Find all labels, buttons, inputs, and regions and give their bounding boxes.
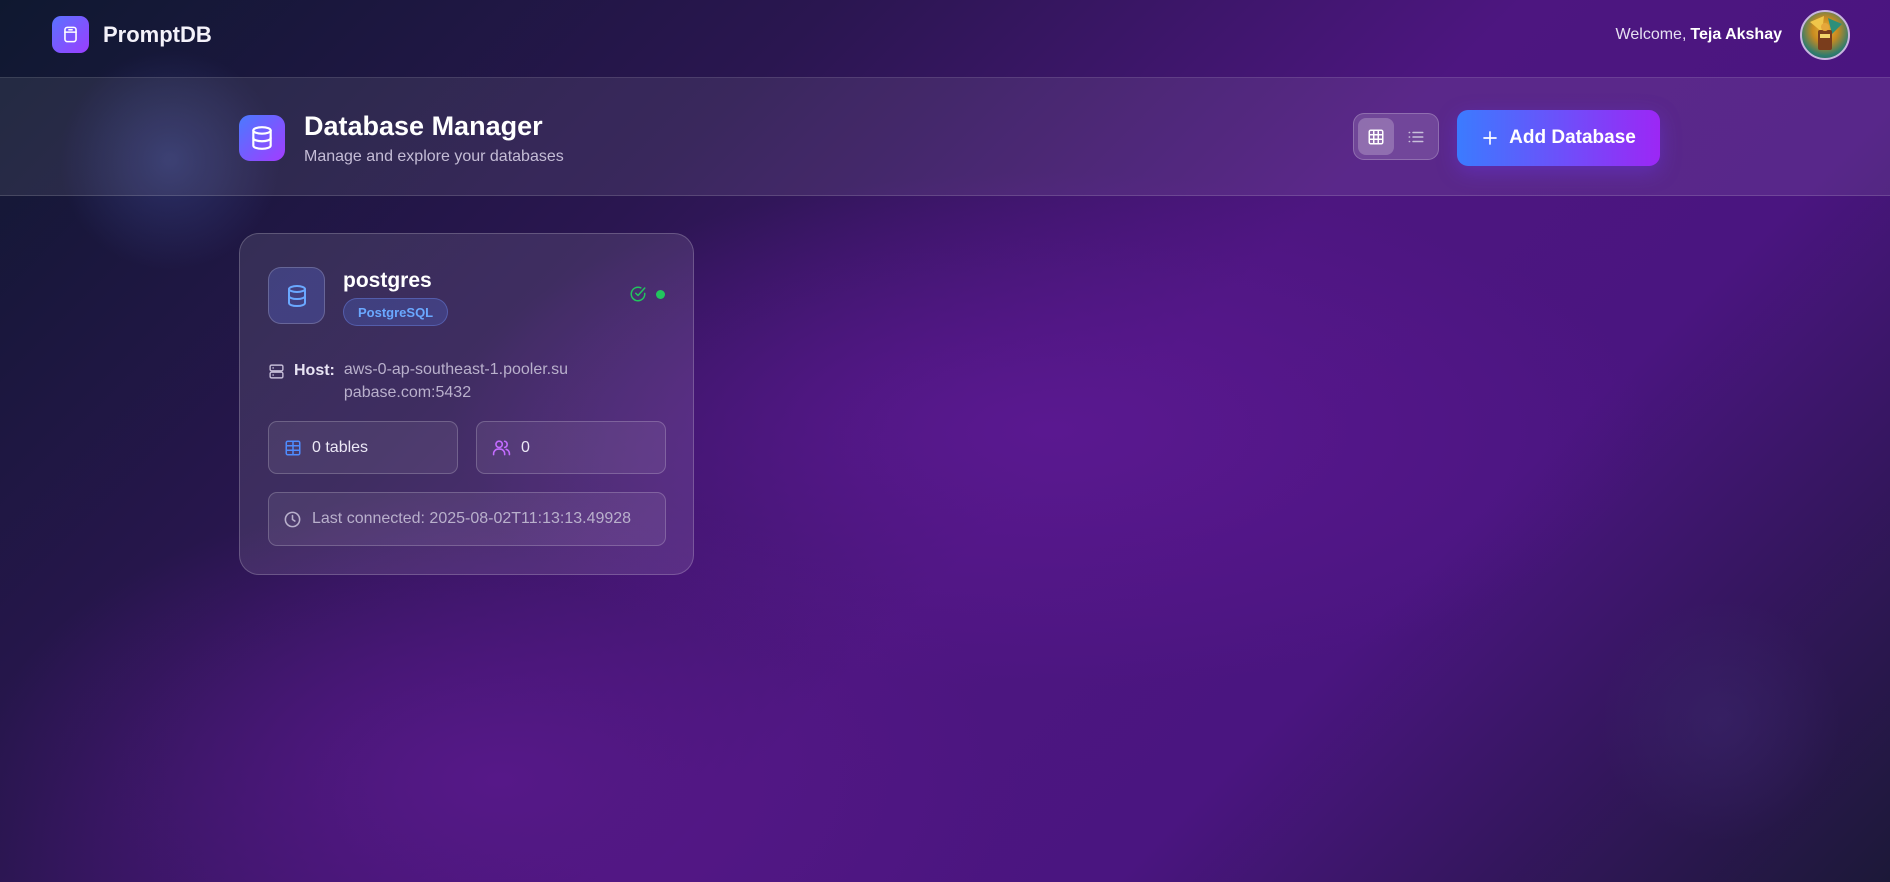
add-database-button[interactable]: Add Database [1457, 110, 1660, 166]
list-icon [1408, 131, 1424, 142]
welcome-text: Welcome, Teja Akshay [1616, 26, 1782, 44]
database-card[interactable]: postgres PostgreSQL Host: aws-0-ap-south… [239, 233, 694, 575]
tables-count: 0 tables [268, 421, 458, 474]
list-view-button[interactable] [1398, 118, 1434, 155]
host-row: Host: aws-0-ap-southeast-1.pooler.supaba… [268, 358, 574, 404]
brand[interactable]: PromptDB [52, 16, 212, 53]
page-subtitle: Manage and explore your databases [304, 148, 564, 165]
clock-icon [284, 511, 301, 527]
host-value: aws-0-ap-southeast-1.pooler.supabase.com… [343, 361, 569, 401]
page-header: Database Manager Manage and explore your… [0, 77, 1890, 196]
database-name: postgres [343, 269, 432, 292]
users-count-text: 0 [521, 438, 530, 456]
last-connected-text: Last connected: 2025-08-02T11:13:13.4992… [312, 510, 632, 527]
page-title: Database Manager [304, 111, 543, 141]
grid-view-button[interactable] [1358, 118, 1394, 155]
users-icon [492, 440, 511, 456]
top-navbar: PromptDB Welcome, Teja Akshay [0, 0, 1890, 72]
last-connected: Last connected: 2025-08-02T11:13:13.4992… [268, 492, 666, 546]
server-icon [269, 364, 284, 379]
status-dot [656, 289, 665, 299]
check-circle-icon [630, 286, 646, 302]
connection-status [629, 285, 665, 303]
users-count: 0 [476, 421, 666, 474]
archive-box-icon [52, 16, 89, 53]
table-icon [285, 440, 301, 455]
add-database-label: Add Database [1509, 127, 1636, 148]
plus-icon [1483, 131, 1497, 145]
app-name: PromptDB [103, 21, 212, 47]
host-label: Host: [294, 362, 335, 379]
avatar[interactable] [1800, 10, 1850, 60]
grid-icon [1368, 129, 1384, 144]
tables-count-text: 0 tables [312, 438, 369, 456]
database-type-badge: PostgreSQL [343, 298, 449, 326]
database-icon [268, 267, 325, 324]
welcome-prefix: Welcome, [1615, 26, 1687, 43]
database-icon [239, 115, 285, 161]
user-area: Welcome, Teja Akshay [1616, 10, 1850, 60]
view-toggle [1353, 113, 1439, 160]
user-name: Teja Akshay [1690, 26, 1782, 43]
